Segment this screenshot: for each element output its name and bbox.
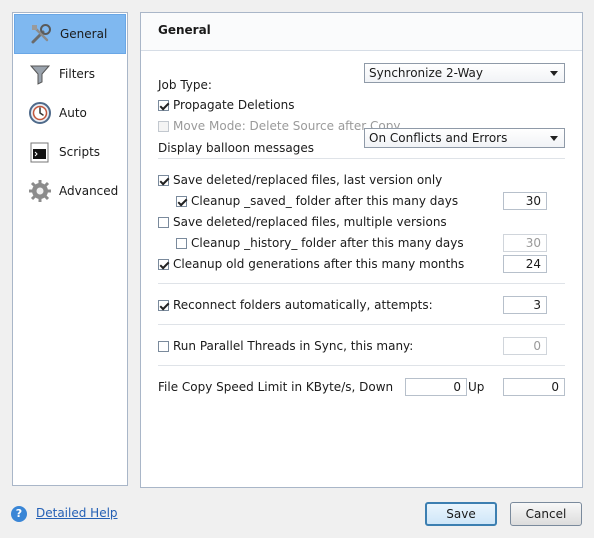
speed-down-input[interactable]: 0 — [405, 378, 467, 396]
parallel-checkbox[interactable] — [158, 340, 169, 352]
cleanup-saved-checkbox[interactable] — [176, 195, 187, 207]
propagate-deletions-checkbox[interactable] — [158, 99, 169, 111]
cleanup-history-label: Cleanup _history_ folder after this many… — [191, 236, 464, 250]
job-type-select[interactable]: Synchronize 2-Way — [364, 63, 565, 83]
detailed-help-link[interactable]: Detailed Help — [36, 506, 118, 520]
divider — [158, 365, 565, 366]
sidebar-item-general[interactable]: General — [14, 14, 126, 54]
save-multiple-checkbox[interactable] — [158, 216, 169, 228]
sidebar-item-label: General — [60, 27, 108, 41]
cleanup-generations-row[interactable]: Cleanup old generations after this many … — [158, 254, 464, 274]
chevron-down-icon — [550, 71, 558, 76]
sidebar-item-label: Scripts — [59, 145, 101, 159]
cleanup-saved-label: Cleanup _saved_ folder after this many d… — [191, 194, 459, 208]
balloon-label: Display balloon messages — [158, 141, 314, 155]
reconnect-checkbox[interactable] — [158, 299, 169, 311]
terminal-icon — [28, 140, 52, 164]
reconnect-attempts-input[interactable]: 3 — [503, 296, 547, 314]
job-type-label: Job Type: — [158, 78, 212, 92]
divider — [158, 324, 565, 325]
parallel-row[interactable]: Run Parallel Threads in Sync, this many: — [158, 336, 413, 356]
sidebar-item-label: Filters — [59, 67, 95, 81]
parallel-label: Run Parallel Threads in Sync, this many: — [173, 339, 414, 353]
save-button[interactable]: Save — [425, 502, 497, 526]
cleanup-generations-label: Cleanup old generations after this many … — [173, 257, 465, 271]
cleanup-history-days-input[interactable]: 30 — [503, 234, 547, 252]
cleanup-generations-months-input[interactable]: 24 — [503, 255, 547, 273]
sidebar-item-filters[interactable]: Filters — [14, 55, 126, 93]
save-last-version-label: Save deleted/replaced files, last versio… — [173, 173, 443, 187]
move-mode-checkbox — [158, 120, 169, 132]
save-last-version-row[interactable]: Save deleted/replaced files, last versio… — [158, 170, 442, 190]
propagate-deletions-row[interactable]: Propagate Deletions — [158, 95, 294, 115]
cleanup-generations-checkbox[interactable] — [158, 258, 169, 270]
sidebar-item-label: Auto — [59, 106, 87, 120]
save-multiple-label: Save deleted/replaced files, multiple ve… — [173, 215, 447, 229]
sidebar-item-advanced[interactable]: Advanced — [14, 172, 126, 210]
speed-up-label: Up — [468, 380, 485, 394]
speed-limit-label: File Copy Speed Limit in KByte/s, Down — [158, 380, 394, 394]
sidebar-item-auto[interactable]: Auto — [14, 94, 126, 132]
panel-title: General — [141, 13, 582, 51]
reconnect-label: Reconnect folders automatically, attempt… — [173, 298, 433, 312]
funnel-icon — [28, 62, 52, 86]
cleanup-saved-days-input[interactable]: 30 — [503, 192, 547, 210]
balloon-row: Display balloon messages — [158, 138, 314, 158]
divider — [158, 158, 565, 159]
tools-icon — [29, 22, 53, 46]
reconnect-row[interactable]: Reconnect folders automatically, attempt… — [158, 295, 433, 315]
cleanup-saved-row[interactable]: Cleanup _saved_ folder after this many d… — [176, 191, 458, 211]
propagate-deletions-label: Propagate Deletions — [173, 98, 295, 112]
sidebar-item-scripts[interactable]: Scripts — [14, 133, 126, 171]
balloon-value: On Conflicts and Errors — [369, 131, 508, 145]
divider — [158, 283, 565, 284]
help-icon[interactable]: ? — [11, 506, 27, 522]
chevron-down-icon — [550, 136, 558, 141]
speed-up-row: Up — [468, 377, 484, 397]
balloon-select[interactable]: On Conflicts and Errors — [364, 128, 565, 148]
job-type-value: Synchronize 2-Way — [369, 66, 484, 80]
gear-icon — [28, 179, 52, 203]
cleanup-history-row[interactable]: Cleanup _history_ folder after this many… — [176, 233, 464, 253]
speed-limit-row: File Copy Speed Limit in KByte/s, Down — [158, 377, 393, 397]
job-type-row: Job Type: — [158, 75, 212, 95]
save-last-version-checkbox[interactable] — [158, 174, 169, 186]
cleanup-history-checkbox[interactable] — [176, 237, 187, 249]
sidebar-item-label: Advanced — [59, 184, 119, 198]
save-multiple-row[interactable]: Save deleted/replaced files, multiple ve… — [158, 212, 447, 232]
settings-panel: General Job Type: Synchronize 2-Way Prop… — [140, 12, 583, 488]
speed-up-input[interactable]: 0 — [503, 378, 565, 396]
sidebar: General Filters Auto Scripts Advanced — [12, 12, 128, 486]
cancel-button[interactable]: Cancel — [510, 502, 582, 526]
parallel-threads-input[interactable]: 0 — [503, 337, 547, 355]
clock-icon — [28, 101, 52, 125]
